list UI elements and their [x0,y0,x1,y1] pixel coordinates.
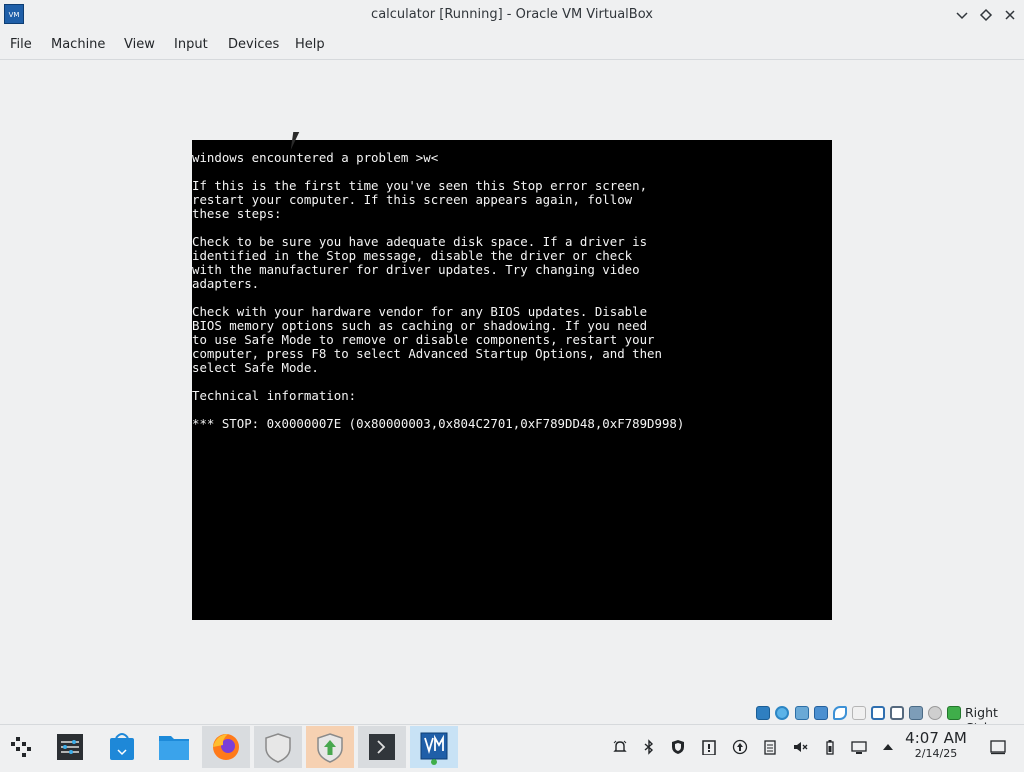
printer-icon[interactable] [762,739,778,755]
bluetooth-icon[interactable] [641,739,657,755]
app-launcher-icon[interactable] [0,726,48,768]
title-bar[interactable]: VM calculator [Running] - Oracle VM Virt… [0,0,1024,30]
maximize-icon[interactable] [976,5,996,25]
notifications-icon[interactable] [612,739,628,755]
minimize-icon[interactable] [952,5,972,25]
vm-status-bar: Right Ctrl [0,702,1024,735]
usb-icon[interactable] [833,706,847,720]
menu-view[interactable]: View [124,30,155,59]
menu-file[interactable]: File [10,30,32,59]
battery-icon[interactable] [822,739,838,755]
recording-icon[interactable] [890,706,904,720]
network-icon[interactable] [814,706,828,720]
taskbar: 4:07 AM 2/14/25 [0,724,1024,768]
clock-date: 2/14/25 [914,747,958,760]
shared-folder-icon[interactable] [852,706,866,720]
cpu-icon[interactable] [909,706,923,720]
updates-shield-icon[interactable] [306,726,354,768]
clock-time: 4:07 AM [905,729,967,747]
network-icon[interactable] [851,739,867,755]
mouse-integration-icon[interactable] [928,706,942,720]
volume-muted-icon[interactable] [792,739,808,755]
window-title: calculator [Running] - Oracle VM Virtual… [371,7,653,22]
audio-icon[interactable] [795,706,809,720]
firefox-icon[interactable] [202,726,250,768]
mouse-cursor-icon [290,132,306,150]
security-shield-icon[interactable] [254,726,302,768]
hard-disk-icon[interactable] [756,706,770,720]
discover-store-icon[interactable] [98,726,146,768]
terminal-icon[interactable] [358,726,406,768]
virtualbox-task-icon[interactable] [410,726,458,768]
close-icon[interactable] [1000,5,1020,25]
menu-help[interactable]: Help [295,30,325,59]
optical-drive-icon[interactable] [775,706,789,720]
keyboard-icon[interactable] [947,706,961,720]
tray-expand-icon[interactable] [880,739,896,755]
display-icon[interactable] [871,706,885,720]
clipboard-icon[interactable] [701,739,717,756]
file-manager-icon[interactable] [150,726,198,768]
menu-bar: File Machine View Input Devices Help [0,30,1024,60]
clock[interactable]: 4:07 AM 2/14/25 [900,730,972,761]
system-settings-icon[interactable] [46,726,94,768]
vpn-shield-icon[interactable] [670,739,686,755]
menu-input[interactable]: Input [174,30,208,59]
menu-machine[interactable]: Machine [51,30,105,59]
blue-screen-error[interactable]: windows encountered a problem >w< If thi… [192,140,832,620]
update-icon[interactable] [732,739,748,755]
stop-error-text: windows encountered a problem >w< If thi… [192,150,685,431]
menu-devices[interactable]: Devices [228,30,279,59]
show-desktop-icon[interactable] [990,739,1006,755]
